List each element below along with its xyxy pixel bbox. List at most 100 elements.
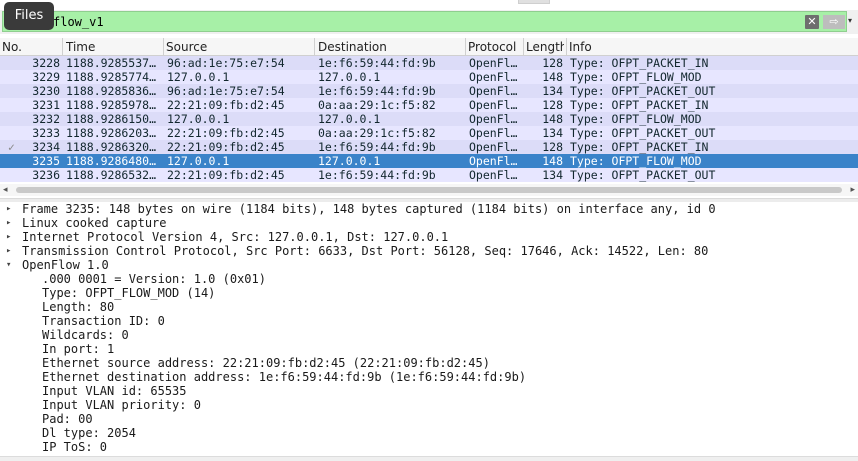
packet-row[interactable]: 3235 1188.9286480… 127.0.0.1 127.0.0.1 OpenF… [0,154,858,168]
detail-tree-item[interactable]: ▸ Linux cooked capture [0,216,858,230]
packet-no: 3235 [32,154,60,168]
packet-info: Type: OFPT_PACKET_OUT [570,84,716,98]
detail-tree-item[interactable]: Input VLAN priority: 0 [0,398,858,412]
column-header-length[interactable]: Length [526,40,564,54]
display-filter-text[interactable]: flow_v1 [53,15,104,29]
packet-destination: 127.0.0.1 [318,112,381,126]
packet-destination: 1e:f6:59:44:fd:9b [318,84,436,98]
packet-source: 96:ad:1e:75:e7:54 [167,56,285,70]
packet-time: 1188.9286320… [66,140,157,154]
packet-row[interactable]: 3228 1188.9285537… 96:ad:1e:75:e7:54 1e:f6:… [0,56,858,70]
packet-length: 134 [542,126,563,140]
packet-length: 134 [542,84,563,98]
scroll-right-icon[interactable]: ▸ [850,185,855,195]
hscroll-thumb[interactable] [16,187,842,193]
packet-no: 3229 [32,70,60,84]
column-header-no[interactable]: No. [2,40,60,54]
detail-tree-item[interactable]: Type: OFPT_FLOW_MOD (14) [0,286,858,300]
packet-length: 134 [542,168,563,182]
packet-destination: 0a:aa:29:1c:f5:82 [318,98,436,112]
packet-destination: 1e:f6:59:44:fd:9b [318,168,436,182]
detail-tree-item[interactable]: ▸ Frame 3235: 148 bytes on wire (1184 bit… [0,202,858,216]
packet-length: 148 [542,112,563,126]
detail-tree-item[interactable]: IP ToS: 0 [0,440,858,454]
packet-length: 148 [542,70,563,84]
detail-tree-label: In port: 1 [42,342,115,356]
packet-protocol: OpenFl… [469,98,518,112]
expand-arrow-icon[interactable]: ▸ [6,202,16,216]
packet-protocol: OpenFl… [469,84,518,98]
packet-source: 22:21:09:fb:d2:45 [167,168,285,182]
packet-no: 3233 [32,126,60,140]
detail-tree-label: Transmission Control Protocol, Src Port:… [22,244,709,258]
packet-protocol: OpenFl… [469,140,518,154]
detail-tree-label: .000 0001 = Version: 1.0 (0x01) [42,272,266,286]
column-header-info[interactable]: Info [569,40,689,54]
display-filter-input[interactable]: flow_v1 ✕ ⇨ [2,11,847,32]
detail-tree-item[interactable]: Ethernet source address: 22:21:09:fb:d2:… [0,356,858,370]
column-header-protocol[interactable]: Protocol [468,40,522,54]
apply-filter-icon[interactable]: ⇨ [823,15,845,29]
scroll-left-icon[interactable]: ◂ [3,185,8,195]
column-header-time[interactable]: Time [66,40,160,54]
detail-tree-item[interactable]: .000 0001 = Version: 1.0 (0x01) [0,272,858,286]
filter-history-dropdown-icon[interactable]: ▾ [848,16,852,25]
detail-tree-item[interactable]: ▸ Transmission Control Protocol, Src Port… [0,244,858,258]
detail-tree-item[interactable]: Length: 80 [0,300,858,314]
packet-time: 1188.9286150… [66,112,157,126]
detail-tree-label: Pad: 00 [42,412,93,426]
detail-tree-item[interactable]: ▾ OpenFlow 1.0 [0,258,858,272]
packet-row[interactable]: 3236 1188.9286532… 22:21:09:fb:d2:45 1e:f6:… [0,168,858,182]
packet-protocol: OpenFl… [469,126,518,140]
packet-info: Type: OFPT_PACKET_IN [570,140,709,154]
packet-time: 1188.9286203… [66,126,157,140]
detail-tree-item[interactable]: Pad: 00 [0,412,858,426]
column-header-destination[interactable]: Destination [318,40,464,54]
top-splitter-handle[interactable] [518,0,550,4]
packet-no: 3236 [32,168,60,182]
packet-time: 1188.9286480… [66,154,157,168]
detail-tree-item[interactable]: ▸ Internet Protocol Version 4, Src: 127.0… [0,230,858,244]
packet-protocol: OpenFl… [469,168,518,182]
packet-source: 22:21:09:fb:d2:45 [167,140,285,154]
packet-time: 1188.9286532… [66,168,157,182]
packet-destination: 127.0.0.1 [318,154,381,168]
packet-protocol: OpenFl… [469,70,518,84]
files-tooltip: Files [4,2,54,30]
packet-row[interactable]: 3230 1188.9285836… 96:ad:1e:75:e7:54 1e:f6:… [0,84,858,98]
clear-filter-icon[interactable]: ✕ [805,15,819,29]
packet-info: Type: OFPT_PACKET_OUT [570,168,716,182]
detail-tree-item[interactable]: Ethernet destination address: 1e:f6:59:4… [0,370,858,384]
packet-destination: 127.0.0.1 [318,70,381,84]
expand-arrow-icon[interactable]: ▸ [6,230,16,244]
packet-protocol: OpenFl… [469,112,518,126]
detail-tree-item[interactable]: Dl type: 2054 [0,426,858,440]
detail-tree-label: Type: OFPT_FLOW_MOD (14) [42,286,216,300]
packet-destination: 0a:aa:29:1c:f5:82 [318,126,436,140]
packet-row[interactable]: 3233 1188.9286203… 22:21:09:fb:d2:45 0a:aa:… [0,126,858,140]
packet-no: 3231 [32,98,60,112]
packet-source: 22:21:09:fb:d2:45 [167,126,285,140]
packet-length: 128 [542,140,563,154]
packet-time: 1188.9285774… [66,70,157,84]
packet-row[interactable]: 3232 1188.9286150… 127.0.0.1 127.0.0.1 OpenF… [0,112,858,126]
expand-arrow-icon[interactable]: ▸ [6,244,16,258]
detail-tree-item[interactable]: Input VLAN id: 65535 [0,384,858,398]
detail-tree-item[interactable]: In port: 1 [0,342,858,356]
collapse-arrow-icon[interactable]: ▾ [6,258,16,272]
column-header-source[interactable]: Source [166,40,312,54]
packet-list-hscrollbar[interactable]: ◂ ▸ [0,184,858,196]
packet-row[interactable]: 3229 1188.9285774… 127.0.0.1 127.0.0.1 OpenF… [0,70,858,84]
packet-no: 3232 [32,112,60,126]
detail-tree-label: Linux cooked capture [22,216,167,230]
detail-tree-label: Transaction ID: 0 [42,314,165,328]
bottom-splitter[interactable] [0,456,858,461]
packet-row[interactable]: 3231 1188.9285978… 22:21:09:fb:d2:45 0a:aa:… [0,98,858,112]
packet-length: 128 [542,98,563,112]
expand-arrow-icon[interactable]: ▸ [6,216,16,230]
packet-row[interactable]: ✓ 3234 1188.9286320… 22:21:09:fb:d2:45 1e:f6… [0,140,858,154]
detail-tree-item[interactable]: Wildcards: 0 [0,328,858,342]
detail-tree-item[interactable]: Transaction ID: 0 [0,314,858,328]
packet-length: 148 [542,154,563,168]
detail-tree-label: Input VLAN priority: 0 [42,398,201,412]
